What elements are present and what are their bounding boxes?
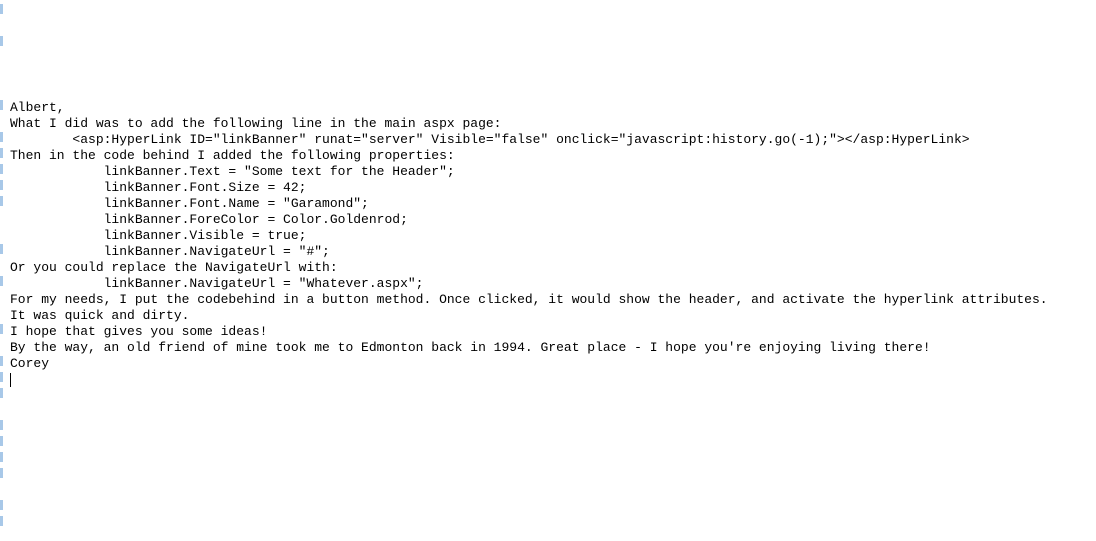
- gutter-mark: [0, 180, 3, 190]
- gutter-mark: [0, 388, 3, 398]
- text-line: What I did was to add the following line…: [10, 116, 1096, 132]
- gutter-mark: [0, 356, 3, 366]
- gutter-mark: [0, 420, 3, 430]
- gutter-mark: [0, 436, 3, 446]
- gutter-mark: [0, 516, 3, 526]
- text-line: linkBanner.Text = "Some text for the Hea…: [10, 164, 1096, 180]
- editor-content[interactable]: Albert,What I did was to add the followi…: [10, 100, 1096, 388]
- gutter-mark: [0, 452, 3, 462]
- text-cursor: [10, 373, 11, 387]
- text-line: linkBanner.Font.Size = 42;: [10, 180, 1096, 196]
- gutter-mark: [0, 468, 3, 478]
- text-line: Then in the code behind I added the foll…: [10, 148, 1096, 164]
- gutter-mark: [0, 372, 3, 382]
- text-line: Or you could replace the NavigateUrl wit…: [10, 260, 1096, 276]
- gutter-mark: [0, 164, 3, 174]
- text-line: By the way, an old friend of mine took m…: [10, 340, 1096, 356]
- gutter-mark: [0, 244, 3, 254]
- gutter-mark: [0, 132, 3, 142]
- text-line: linkBanner.NavigateUrl = "Whatever.aspx"…: [10, 276, 1096, 292]
- text-line: It was quick and dirty.: [10, 308, 1096, 324]
- text-line: linkBanner.NavigateUrl = "#";: [10, 244, 1096, 260]
- gutter-mark: [0, 148, 3, 158]
- text-line: <asp:HyperLink ID="linkBanner" runat="se…: [10, 132, 1096, 148]
- gutter-mark: [0, 36, 3, 46]
- gutter-mark: [0, 196, 3, 206]
- gutter-mark: [0, 100, 3, 110]
- text-line: For my needs, I put the codebehind in a …: [10, 292, 1096, 308]
- cursor-line: [10, 372, 1096, 388]
- gutter-mark: [0, 500, 3, 510]
- text-line: I hope that gives you some ideas!: [10, 324, 1096, 340]
- gutter-mark: [0, 4, 3, 14]
- text-line: linkBanner.ForeColor = Color.Goldenrod;: [10, 212, 1096, 228]
- editor-gutter: [0, 0, 4, 472]
- text-line: linkBanner.Font.Name = "Garamond";: [10, 196, 1096, 212]
- text-line: Albert,: [10, 100, 1096, 116]
- text-line: Corey: [10, 356, 1096, 372]
- gutter-mark: [0, 324, 3, 334]
- text-line: linkBanner.Visible = true;: [10, 228, 1096, 244]
- gutter-mark: [0, 276, 3, 286]
